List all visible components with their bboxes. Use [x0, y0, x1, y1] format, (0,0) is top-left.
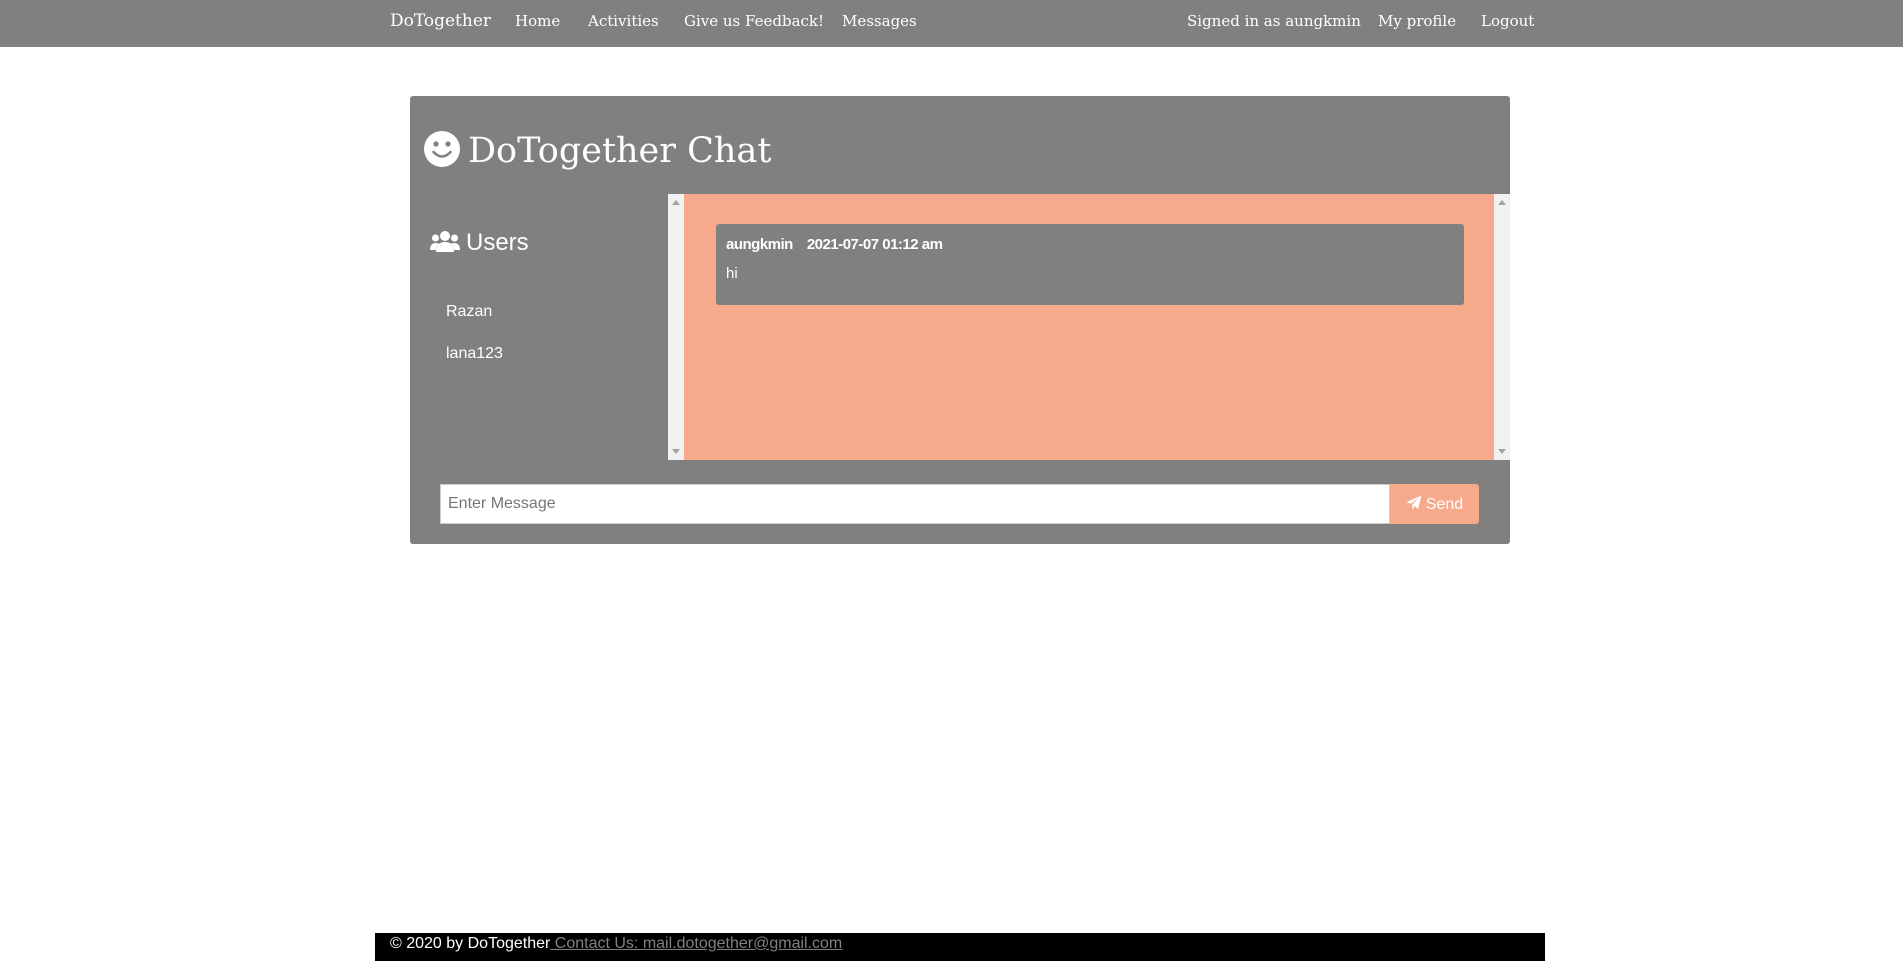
nav-my-profile[interactable]: My profile	[1378, 0, 1456, 47]
scroll-up-arrow-icon[interactable]	[1498, 200, 1506, 205]
nav-logout[interactable]: Logout	[1481, 0, 1534, 47]
signed-in-label[interactable]: Signed in as aungkmin	[1187, 0, 1361, 47]
scroll-up-arrow-icon[interactable]	[672, 200, 680, 205]
chat-title: DoTogether Chat	[468, 131, 772, 171]
smile-icon	[424, 131, 460, 167]
paper-plane-icon	[1406, 495, 1422, 510]
users-heading-label: Users	[466, 229, 529, 256]
message-bubble: aungkmin 2021-07-07 01:12 am hi	[716, 224, 1464, 305]
brand-link[interactable]: DoTogether	[390, 0, 491, 47]
message-meta: aungkmin 2021-07-07 01:12 am	[726, 236, 943, 253]
nav-messages[interactable]: Messages	[842, 0, 917, 47]
users-icon	[430, 231, 460, 252]
right-scrollbar[interactable]	[1494, 194, 1510, 460]
chat-header: DoTogether Chat	[424, 129, 771, 173]
contact-link[interactable]: Contact Us: mail.dotogether@gmail.com	[550, 935, 842, 952]
scroll-down-arrow-icon[interactable]	[1498, 449, 1506, 454]
users-heading: Users	[430, 228, 529, 258]
messages-area[interactable]: aungkmin 2021-07-07 01:12 am hi	[668, 194, 1510, 460]
user-item-lana123[interactable]: lana123	[446, 345, 503, 363]
send-button-label: Send	[1425, 495, 1464, 513]
message-timestamp: 2021-07-07 01:12 am	[806, 236, 943, 253]
left-scrollbar[interactable]	[668, 194, 684, 460]
message-input[interactable]	[440, 484, 1390, 524]
user-item-razan[interactable]: Razan	[446, 303, 492, 321]
nav-home[interactable]: Home	[515, 0, 560, 47]
footer-copyright: © 2020 by DoTogether	[390, 935, 551, 952]
navbar-inner: DoTogether Home Activities Give us Feedb…	[375, 0, 1534, 47]
nav-feedback[interactable]: Give us Feedback!	[684, 0, 824, 47]
message-author: aungkmin	[726, 236, 793, 253]
scroll-down-arrow-icon[interactable]	[672, 449, 680, 454]
message-text: hi	[726, 265, 738, 282]
footer: © 2020 by DoTogether Contact Us: mail.do…	[375, 933, 1545, 961]
chat-panel: DoTogether Chat Users Razan lana123 aung…	[410, 96, 1510, 544]
nav-activities[interactable]: Activities	[588, 0, 659, 47]
navbar: DoTogether Home Activities Give us Feedb…	[0, 0, 1903, 47]
send-button[interactable]: Send	[1390, 484, 1479, 524]
